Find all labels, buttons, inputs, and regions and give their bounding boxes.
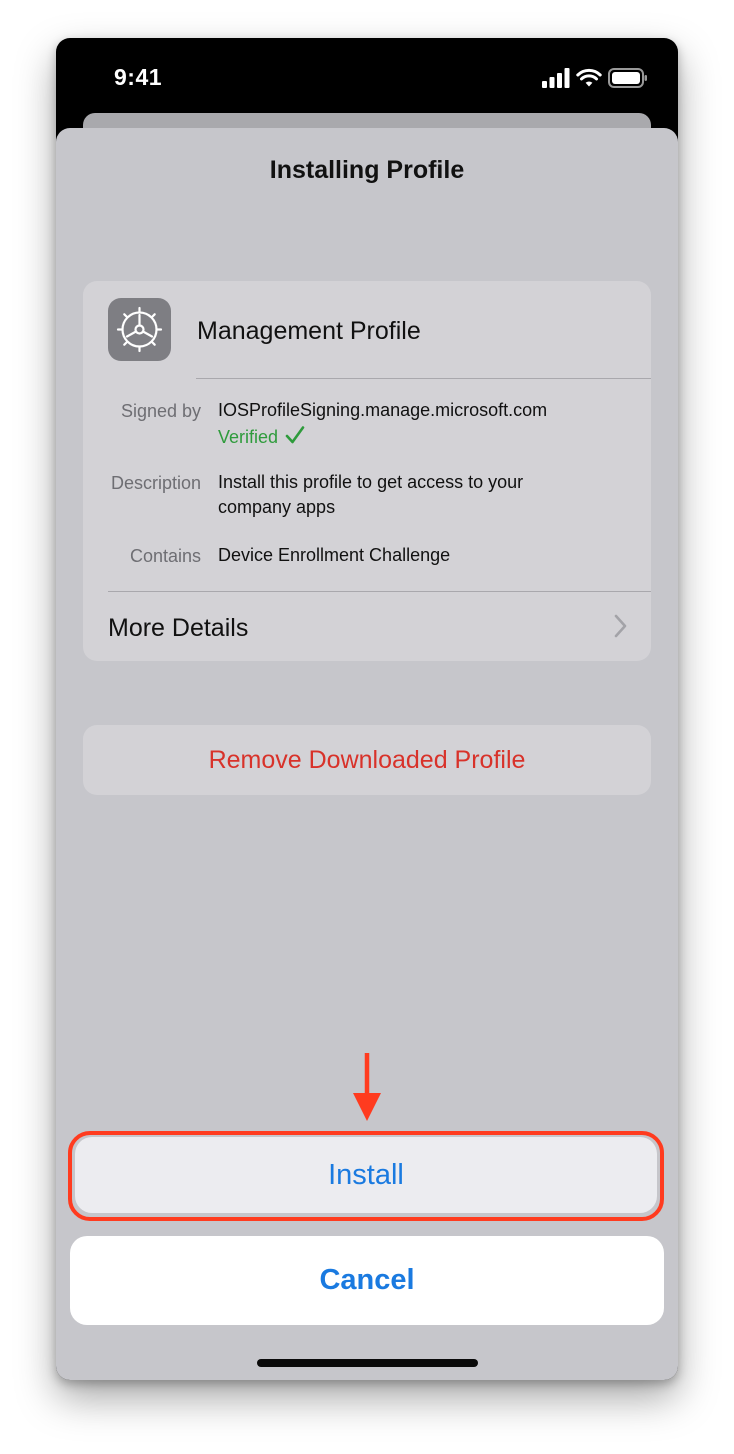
sheet-title: Installing Profile [269, 156, 465, 184]
battery-icon [608, 68, 647, 88]
cellular-signal-icon [542, 68, 570, 88]
profile-name: Management Profile [197, 317, 421, 345]
checkmark-icon [285, 426, 305, 444]
status-icons [508, 66, 648, 90]
settings-gear-icon [108, 298, 171, 361]
divider [108, 591, 651, 592]
contains-value: Device Enrollment Challenge [218, 545, 451, 565]
down-arrow-icon [353, 1053, 381, 1121]
signed-by-value: IOSProfileSigning.manage.microsoft.com [218, 400, 548, 420]
status-bar: 9:41 [56, 38, 678, 118]
install-highlight-box [68, 1131, 664, 1221]
profile-card: Management Profile Signed by IOSProfileS… [83, 281, 651, 661]
home-indicator[interactable] [257, 1359, 478, 1367]
install-profile-sheet: Installing Profile Management Profile Si… [56, 128, 678, 1380]
chevron-right-icon[interactable] [613, 613, 629, 639]
description-line-1: Install this profile to get access to yo… [218, 472, 524, 492]
description-value: Install this profile to get access to yo… [218, 470, 523, 520]
cancel-button[interactable]: Cancel [70, 1236, 664, 1325]
remove-downloaded-profile-button[interactable]: Remove Downloaded Profile [83, 725, 651, 795]
description-line-2: company apps [218, 497, 336, 517]
wifi-icon [576, 68, 602, 87]
phone-frame: 9:41 Installing Profile Management Profi… [56, 38, 678, 1380]
signed-by-label: Signed by [120, 401, 201, 421]
divider [196, 378, 651, 379]
contains-label: Contains [129, 546, 201, 566]
description-label: Description [110, 473, 201, 493]
status-time: 9:41 [114, 64, 163, 90]
verified-status: Verified [218, 426, 305, 448]
verified-text: Verified [218, 427, 279, 447]
more-details-row[interactable]: More Details [108, 614, 248, 643]
